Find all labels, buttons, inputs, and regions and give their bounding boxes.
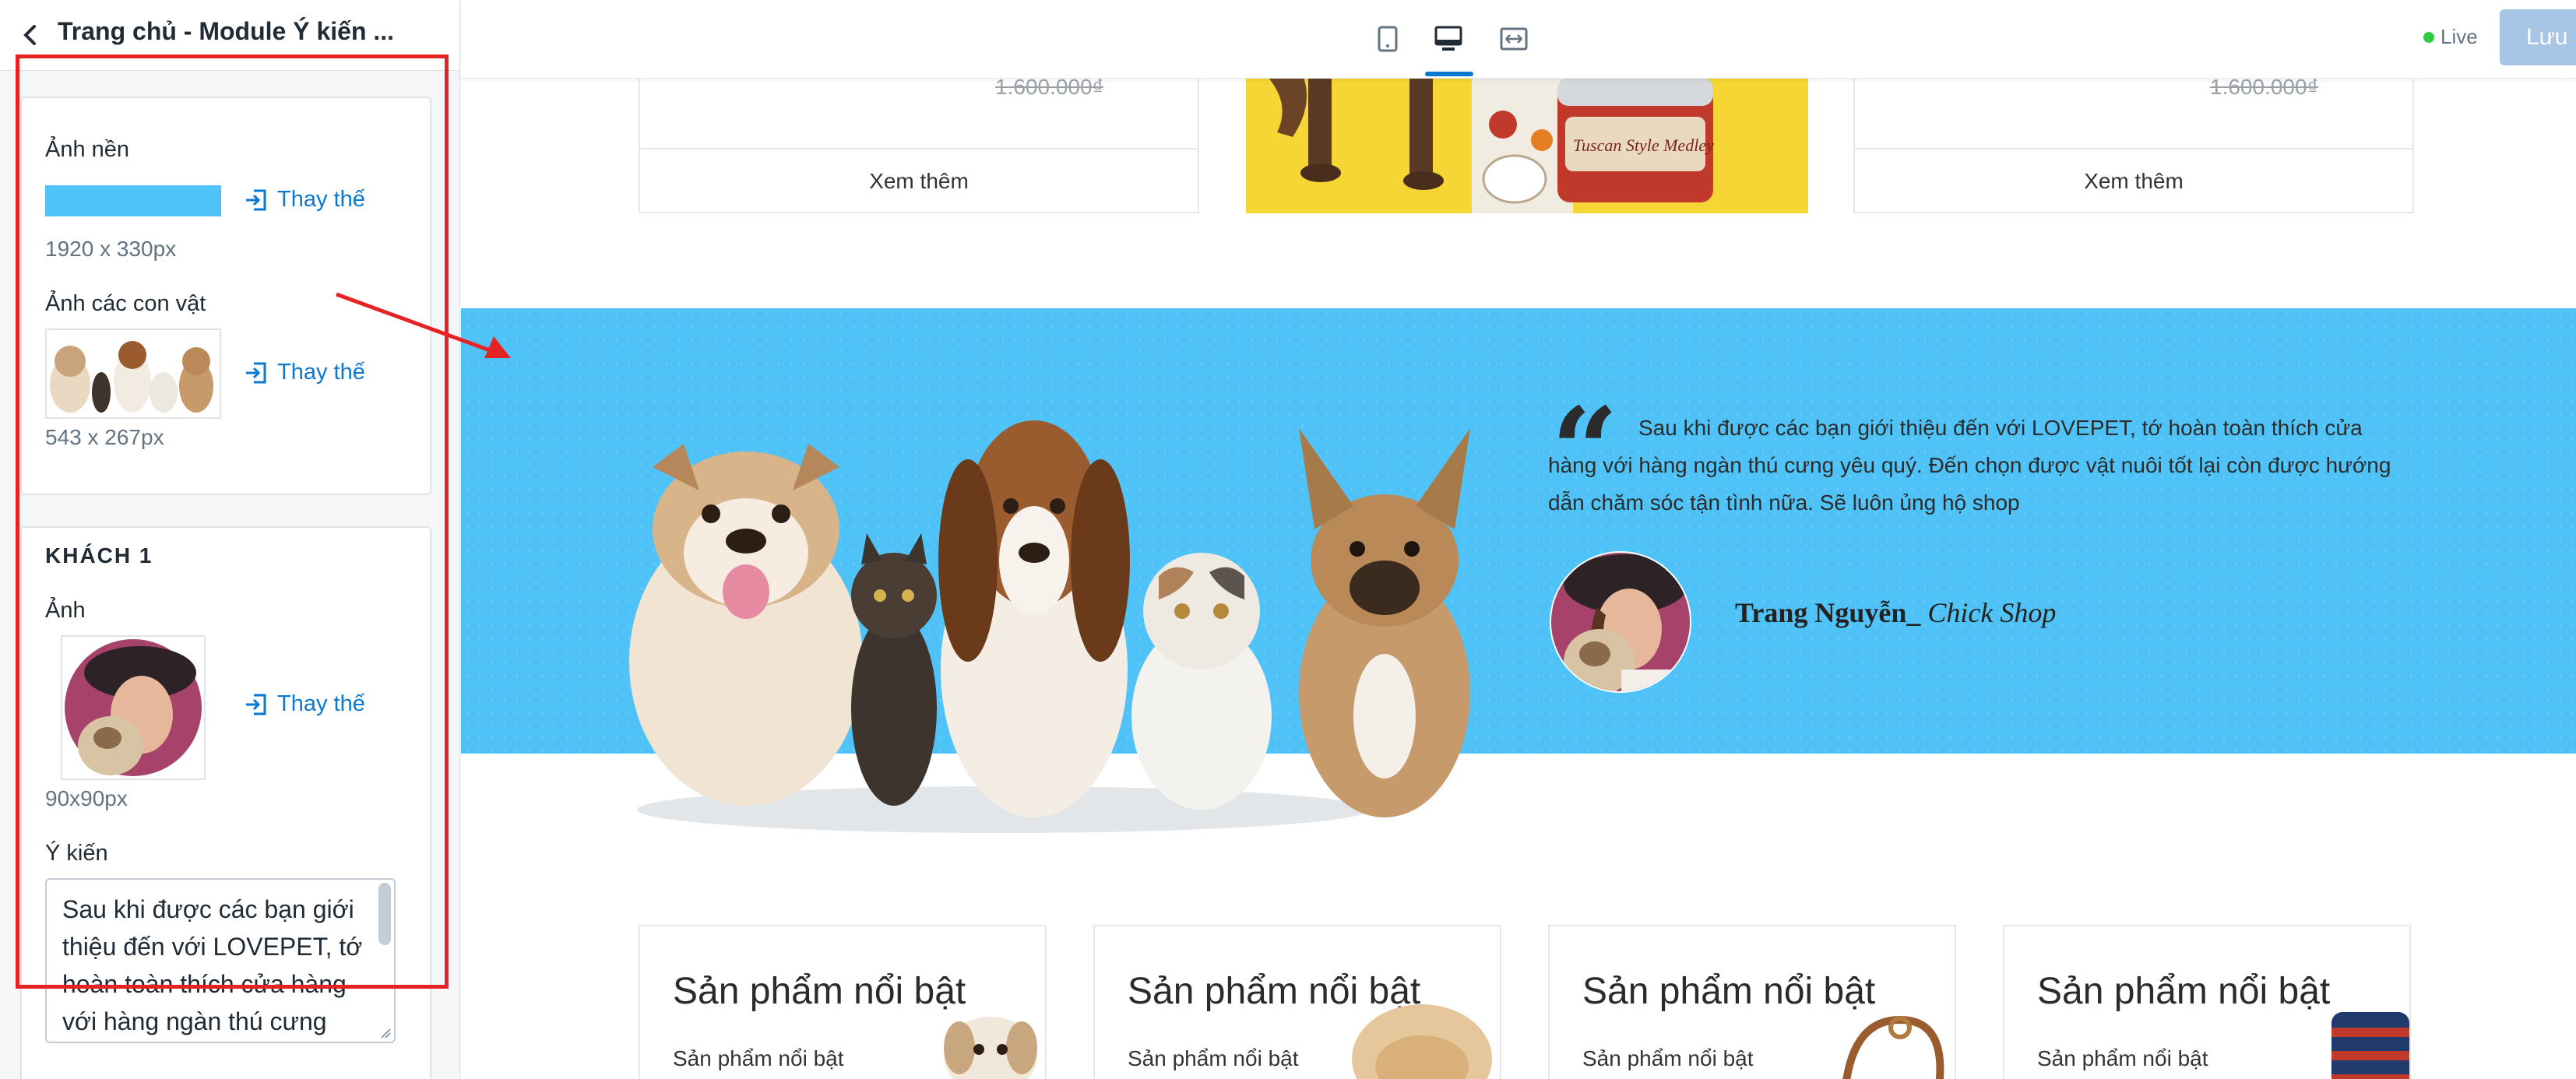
background-size-hint: 1920 x 330px <box>45 237 177 261</box>
replace-animals-button[interactable]: Thay thế <box>245 360 365 385</box>
replace-icon <box>246 362 266 383</box>
see-more-button[interactable]: Xem thêm <box>640 148 1198 213</box>
featured-product-card[interactable]: Sản phẩm nổi bật Sản phẩm nổi bật <box>1548 925 1956 1079</box>
live-dot-icon <box>2423 31 2434 43</box>
settings-panel: Trang chủ - Module Ý kiến ... Ảnh nền Th… <box>0 0 460 1079</box>
testimonial-text: Sau khi được các bạn giới thiệu đến với … <box>1548 416 2391 515</box>
replace-label: Thay thế <box>277 187 365 212</box>
replace-background-button[interactable]: Thay thế <box>245 187 365 213</box>
customer-image-size-hint: 90x90px <box>45 786 128 810</box>
author-shop: Chick Shop <box>1927 597 2057 628</box>
panel-title: Trang chủ - Module Ý kiến ... <box>58 17 395 45</box>
save-button[interactable]: Lưu <box>2500 9 2576 65</box>
featured-product-subtitle: Sản phẩm nổi bật <box>1582 1046 1754 1070</box>
featured-product-subtitle: Sản phẩm nổi bật <box>1128 1046 1299 1070</box>
featured-product-card[interactable]: Sản phẩm nổi bật Sản phẩm nổi bật <box>2003 925 2411 1079</box>
featured-product-title: Sản phẩm nổi bật <box>673 971 966 1012</box>
back-button[interactable] <box>14 19 45 51</box>
featured-product-subtitle: Sản phẩm nổi bật <box>2037 1046 2208 1070</box>
customer-image-thumbnail <box>61 635 206 780</box>
product-image <box>1842 1015 1944 1079</box>
product-image <box>944 1017 1037 1079</box>
replace-label: Thay thế <box>277 360 365 385</box>
preview-toolbar: Live Lưu <box>461 0 2576 79</box>
see-more-button[interactable]: Xem thêm <box>1855 148 2412 213</box>
animals-size-hint: 543 x 267px <box>45 425 164 449</box>
customer-avatar <box>1550 551 1691 693</box>
product-card-top-left: 1.600.000₫ Xem thêm <box>639 70 1199 213</box>
customer-1-card: KHÁCH 1 Ảnh Thay thế 90x90px Ý kiến Sau … <box>20 526 431 1079</box>
animals-image-label: Ảnh các con vật <box>45 291 206 316</box>
product-card-top-right: 1.600.000₫ Xem thêm <box>1853 70 2414 213</box>
replace-icon <box>246 694 266 715</box>
animals-image-thumbnail <box>45 329 221 419</box>
preview-canvas: 1.600.000₫ Xem thêm Tuscan Style Medley … <box>461 0 2576 1079</box>
promo-banner: Tuscan Style Medley <box>1246 70 1808 213</box>
can-label: Tuscan Style Medley <box>1573 135 1714 155</box>
background-image-label: Ảnh nền <box>45 137 130 162</box>
mobile-icon[interactable] <box>1371 22 1405 56</box>
featured-product-title: Sản phẩm nổi bật <box>2037 971 2331 1012</box>
replace-label: Thay thế <box>277 691 365 716</box>
promo-illustration: Tuscan Style Medley <box>1262 70 1714 213</box>
background-image-preview <box>45 185 221 216</box>
replace-icon <box>246 189 266 210</box>
product-image <box>1352 1004 1492 1079</box>
featured-product-card[interactable]: Sản phẩm nổi bật Sản phẩm nổi bật <box>639 925 1047 1079</box>
featured-product-card[interactable]: Sản phẩm nổi bật Sản phẩm nổi bật <box>1093 925 1501 1079</box>
featured-product-subtitle: Sản phẩm nổi bật <box>673 1046 844 1070</box>
opinion-text: Sau khi được các bạn giới thiệu đến với … <box>62 895 363 1035</box>
desktop-icon[interactable] <box>1431 22 1466 56</box>
product-image <box>2331 1012 2409 1079</box>
live-status-label: Live <box>2441 25 2478 48</box>
customer-image-label: Ảnh <box>45 598 86 623</box>
opinion-label: Ý kiến <box>45 841 108 866</box>
customer-1-title: KHÁCH 1 <box>45 543 153 568</box>
panel-header: Trang chủ - Module Ý kiến ... <box>0 0 459 71</box>
active-device-indicator <box>1425 72 1473 76</box>
live-status: Live <box>2423 25 2478 49</box>
replace-customer-image-button[interactable]: Thay thế <box>245 691 365 717</box>
image-settings-card: Ảnh nền Thay thế 1920 x 330px Ảnh các co… <box>20 97 431 495</box>
chevron-left-icon <box>23 25 36 45</box>
testimonial-author: Trang Nguyễn_ Chick Shop <box>1735 596 2056 629</box>
author-name: Trang Nguyễn_ <box>1735 597 1921 628</box>
resize-grip-icon[interactable] <box>380 1028 391 1039</box>
opinion-textarea[interactable]: Sau khi được các bạn giới thiệu đến với … <box>45 878 396 1043</box>
fullwidth-icon[interactable] <box>1497 22 1531 56</box>
textarea-scrollbar[interactable] <box>378 883 391 945</box>
